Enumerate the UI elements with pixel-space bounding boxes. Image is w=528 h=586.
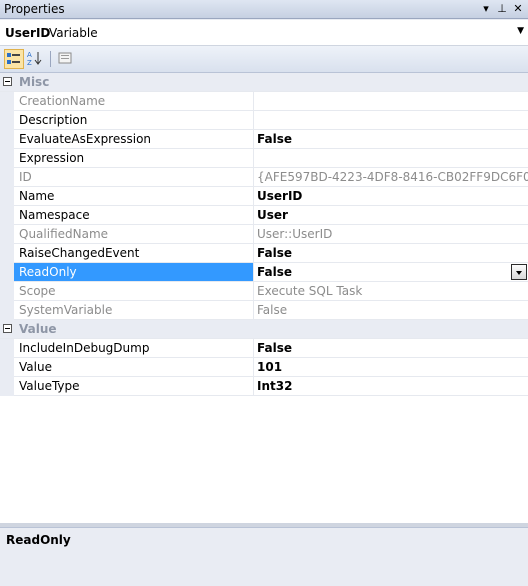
property-name[interactable]: QualifiedName: [14, 225, 254, 243]
property-name[interactable]: SystemVariable: [14, 301, 254, 319]
property-row[interactable]: IncludeInDebugDump False: [0, 339, 528, 358]
property-row[interactable]: CreationName: [0, 92, 528, 111]
property-value: User::UserID: [257, 227, 333, 241]
property-value[interactable]: [254, 149, 528, 167]
property-value[interactable]: 101: [254, 358, 528, 376]
categorized-button[interactable]: [4, 49, 24, 69]
property-name[interactable]: Namespace: [14, 206, 254, 224]
property-name[interactable]: CreationName: [14, 92, 254, 110]
property-row[interactable]: Expression: [0, 149, 528, 168]
row-gutter: [0, 339, 14, 358]
property-value[interactable]: [254, 111, 528, 129]
property-name[interactable]: Name: [14, 187, 254, 205]
description-pane: ReadOnly: [0, 527, 528, 586]
properties-toolbar: A Z: [0, 46, 528, 73]
property-value[interactable]: False: [254, 244, 528, 262]
row-gutter: [0, 206, 14, 225]
categorized-icon: [7, 53, 20, 64]
value-dropdown-button[interactable]: [511, 264, 527, 280]
window-titlebar: Properties ▾ ⊥ ✕: [0, 0, 528, 19]
pin-icon[interactable]: ⊥: [494, 1, 510, 17]
collapse-icon[interactable]: [3, 324, 12, 333]
row-gutter: [0, 282, 14, 301]
row-gutter: [0, 187, 14, 206]
property-row[interactable]: QualifiedName User::UserID: [0, 225, 528, 244]
alphabetical-button[interactable]: A Z: [26, 49, 46, 69]
row-gutter: [0, 244, 14, 263]
property-row[interactable]: Namespace User: [0, 206, 528, 225]
property-name[interactable]: ReadOnly: [14, 263, 254, 281]
row-gutter: [0, 92, 14, 111]
category-row: Value: [0, 320, 528, 339]
object-name: UserID: [5, 26, 51, 40]
row-gutter: [0, 149, 14, 168]
property-pages-icon: [58, 52, 72, 64]
row-gutter: [0, 225, 14, 244]
object-type: Variable: [49, 26, 98, 40]
svg-text:Z: Z: [27, 59, 32, 67]
property-grid: Misc CreationName Description EvaluateAsExp…: [0, 73, 528, 523]
category-label: Value: [19, 322, 57, 336]
object-selector[interactable]: UserID Variable ▼: [0, 20, 528, 46]
property-name[interactable]: Scope: [14, 282, 254, 300]
property-row[interactable]: RaiseChangedEvent False: [0, 244, 528, 263]
property-row[interactable]: SystemVariable False: [0, 301, 528, 320]
property-value: {AFE597BD-4223-4DF8-8416-CB02FF9DC6F0}: [257, 170, 528, 184]
toolbar-separator: [50, 51, 51, 67]
property-name[interactable]: ID: [14, 168, 254, 186]
row-gutter: [0, 263, 14, 282]
close-icon[interactable]: ✕: [510, 1, 526, 17]
property-row[interactable]: Name UserID: [0, 187, 528, 206]
property-value: False: [257, 303, 288, 317]
property-row[interactable]: ValueType Int32: [0, 377, 528, 396]
collapse-icon[interactable]: [3, 77, 12, 86]
row-gutter: [0, 130, 14, 149]
category-row: Misc: [0, 73, 528, 92]
property-value: [254, 92, 528, 110]
property-name[interactable]: EvaluateAsExpression: [14, 130, 254, 148]
sort-az-icon: A Z: [27, 51, 42, 67]
row-gutter: [0, 168, 14, 187]
property-row[interactable]: ReadOnly False: [0, 263, 528, 282]
property-value[interactable]: False: [254, 130, 528, 148]
description-title: ReadOnly: [6, 533, 71, 547]
property-value[interactable]: User: [254, 206, 528, 224]
window-title: Properties: [4, 2, 65, 16]
property-pages-button[interactable]: [56, 49, 76, 69]
chevron-down-icon[interactable]: ▼: [517, 26, 524, 36]
property-value: Execute SQL Task: [257, 284, 363, 298]
property-name[interactable]: Description: [14, 111, 254, 129]
svg-text:A: A: [27, 51, 32, 59]
property-row[interactable]: Description: [0, 111, 528, 130]
property-value[interactable]: False: [254, 339, 528, 357]
property-name[interactable]: Value: [14, 358, 254, 376]
row-gutter: [0, 301, 14, 320]
row-gutter: [0, 358, 14, 377]
property-name[interactable]: ValueType: [14, 377, 254, 395]
property-value[interactable]: False: [254, 263, 528, 281]
property-name[interactable]: Expression: [14, 149, 254, 167]
property-row[interactable]: ID {AFE597BD-4223-4DF8-8416-CB02FF9DC6F0}: [0, 168, 528, 187]
category-label: Misc: [19, 75, 50, 89]
property-name[interactable]: IncludeInDebugDump: [14, 339, 254, 357]
property-row[interactable]: Scope Execute SQL Task: [0, 282, 528, 301]
property-value[interactable]: Int32: [254, 377, 528, 395]
property-name[interactable]: RaiseChangedEvent: [14, 244, 254, 262]
property-value[interactable]: UserID: [254, 187, 528, 205]
row-gutter: [0, 377, 14, 396]
row-gutter: [0, 111, 14, 130]
window-menu-icon[interactable]: ▾: [478, 1, 494, 17]
property-row[interactable]: Value 101: [0, 358, 528, 377]
property-row[interactable]: EvaluateAsExpression False: [0, 130, 528, 149]
